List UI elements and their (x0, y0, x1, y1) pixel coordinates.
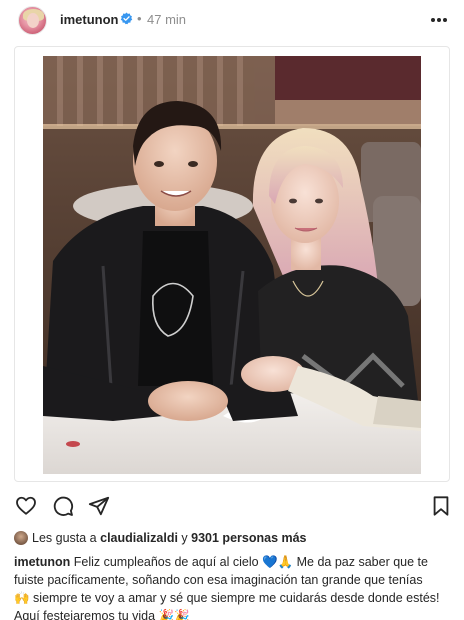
avatar-face (27, 13, 39, 28)
more-options-icon[interactable] (431, 18, 447, 22)
likes-middle: y (181, 531, 188, 545)
post-photo[interactable] (43, 56, 421, 474)
action-bar (0, 490, 464, 522)
caption-username[interactable]: imetunon (14, 555, 70, 569)
header-separator: • (137, 11, 142, 26)
verified-badge-icon (120, 12, 133, 25)
heart-outline-icon[interactable] (15, 495, 37, 517)
caption-line-1: imetunon Feliz cumpleaños de aquí al cie… (14, 553, 454, 571)
post-timestamp[interactable]: 47 min (147, 12, 186, 27)
liker-avatar[interactable] (14, 531, 28, 545)
caption-line-4: Aquí festejaremos tu vida 🎉🎉 (14, 609, 190, 620)
caption-line-3: 🙌 siempre te voy a amar y sé que siempre… (14, 591, 440, 605)
send-icon[interactable] (88, 495, 110, 517)
post-username[interactable]: imetunon (60, 12, 119, 27)
likes-count[interactable]: 9301 personas más (191, 531, 306, 545)
comment-bubble-icon[interactable] (52, 495, 74, 517)
likes-prefix: Les gusta a (32, 531, 97, 545)
caption-text-1: Feliz cumpleaños de aquí al cielo 💙🙏 Me … (73, 555, 428, 569)
post-caption: imetunon Feliz cumpleaños de aquí al cie… (14, 553, 454, 620)
avatar[interactable] (18, 6, 47, 35)
bookmark-icon[interactable] (430, 495, 452, 517)
post-header: imetunon • 47 min (0, 0, 464, 40)
liker-username[interactable]: claudializaldi (100, 531, 178, 545)
photo-illustration (43, 56, 421, 474)
caption-line-2: fuiste pacíficamente, soñando con esa im… (14, 573, 423, 587)
likes-line: Les gusta a claudializaldi y 9301 person… (14, 531, 454, 547)
